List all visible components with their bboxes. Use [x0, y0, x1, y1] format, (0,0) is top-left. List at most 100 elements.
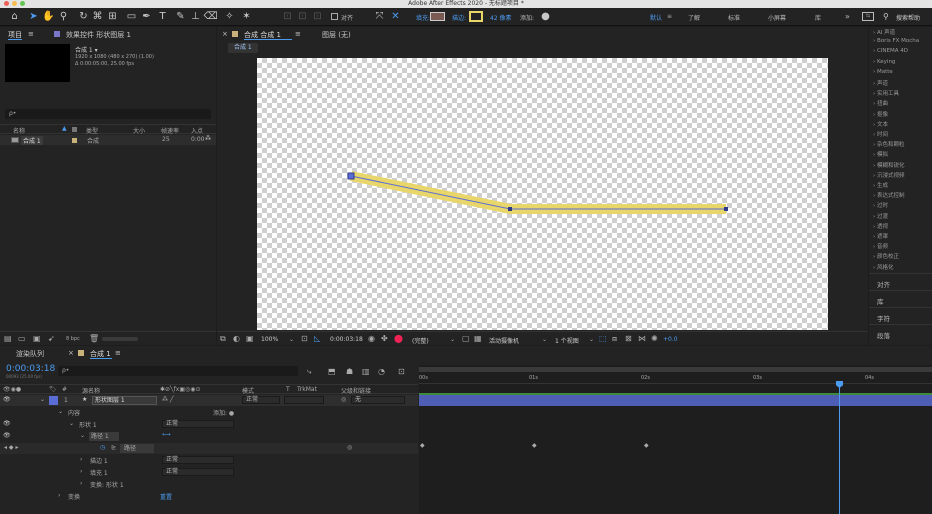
comp-flowchart-icon[interactable]: ⤷: [307, 367, 311, 377]
show-snapshot-icon[interactable]: ✤: [381, 334, 388, 343]
effects-category-item[interactable]: › 生成: [873, 181, 888, 189]
new-composition-icon[interactable]: ▣: [33, 334, 41, 343]
work-area-bar[interactable]: [419, 367, 932, 372]
fill-color-swatch[interactable]: [430, 12, 445, 21]
property-stroke[interactable]: 描边 1: [90, 456, 108, 465]
comp-name[interactable]: 合成 1 ▾: [75, 45, 98, 54]
effects-category-item[interactable]: › 扭曲: [873, 99, 888, 107]
shy-layers-icon[interactable]: ☗: [346, 367, 353, 376]
panel-row[interactable]: 对齐: [869, 273, 932, 289]
rotate-tool-icon[interactable]: ↻: [77, 10, 90, 23]
property-path-1[interactable]: 路径 1: [89, 432, 119, 441]
hand-tool-icon[interactable]: ✋: [42, 10, 55, 23]
property-path[interactable]: 路径: [120, 444, 154, 453]
expand-icon[interactable]: ⌄: [69, 420, 74, 427]
stroke-color-swatch[interactable]: [469, 11, 483, 22]
parent-select[interactable]: 无: [351, 396, 405, 404]
effects-category-item[interactable]: › 模糊和锐化: [873, 161, 904, 169]
color-channels-icon[interactable]: ⬤: [394, 334, 403, 343]
blend-mode-select[interactable]: 正常: [242, 396, 280, 404]
sync-icon[interactable]: ⇆: [862, 12, 874, 21]
effects-category-item[interactable]: › CINEMA 4D: [873, 48, 908, 54]
av-features-icon[interactable]: 👁◉●: [3, 386, 21, 393]
effects-category-item[interactable]: › 模拟: [873, 150, 888, 158]
property-shape[interactable]: 形状 1: [79, 420, 97, 429]
new-folder-icon[interactable]: ▭: [18, 334, 26, 343]
clone-stamp-tool-icon[interactable]: ⊥: [189, 10, 202, 23]
reset-link[interactable]: 重置: [160, 492, 172, 501]
property-row[interactable]: 👁 ⌄ 形状 1 正常: [0, 419, 418, 430]
add-property-button[interactable]: 添加: ●: [213, 408, 234, 417]
property-row[interactable]: 👁 ⌄ 路径 1 ⟷: [0, 431, 418, 442]
layer-label-color[interactable]: [49, 396, 58, 405]
col-mode[interactable]: 模式: [242, 386, 254, 395]
effects-category-item[interactable]: › 沉浸式视频: [873, 171, 904, 179]
property-contents[interactable]: 内容: [68, 408, 80, 417]
rectangle-tool-icon[interactable]: ▭: [125, 10, 138, 23]
puppet-tool-icon[interactable]: ✶: [240, 10, 253, 23]
property-transform[interactable]: 变换: [68, 492, 80, 501]
effects-category-item[interactable]: › 遮罩: [873, 232, 888, 240]
graph-icon[interactable]: ⊵: [111, 444, 116, 451]
views-select[interactable]: 1 个视图: [555, 336, 579, 345]
effects-category-item[interactable]: › 过渡: [873, 212, 888, 220]
search-icon[interactable]: ⚲: [883, 12, 889, 21]
col-name[interactable]: 名称: [13, 126, 25, 135]
expand-icon[interactable]: ⌄: [58, 408, 63, 415]
current-time[interactable]: 0:00:03:18: [330, 336, 363, 343]
col-type[interactable]: 类型: [86, 126, 98, 135]
flow-icon[interactable]: ⁂: [205, 135, 211, 142]
col-source-name[interactable]: 源名称: [82, 386, 100, 395]
pen-tool-icon[interactable]: ✒: [140, 10, 153, 23]
property-row[interactable]: › 描边 1 正常: [0, 455, 418, 466]
shape-layer-path[interactable]: [257, 58, 828, 330]
tab-render-queue[interactable]: 渲染队列: [16, 349, 44, 359]
brush-tool-icon[interactable]: ✎: [174, 10, 187, 23]
transparency-grid-icon[interactable]: ▦: [474, 334, 482, 343]
mask-visibility-icon[interactable]: ◺: [314, 334, 320, 343]
keyframe-icon[interactable]: ◆: [420, 442, 425, 449]
project-item-name[interactable]: 合成 1: [21, 136, 43, 145]
col-fps[interactable]: 帧速率: [161, 126, 179, 135]
effects-category-item[interactable]: › 文本: [873, 120, 888, 128]
exposure-value[interactable]: +0.0: [663, 336, 678, 343]
sort-icon[interactable]: ▲: [62, 125, 67, 132]
switches-icon[interactable]: ✱⊘╲fx▣◎◉⊙: [160, 386, 201, 393]
effects-category-item[interactable]: › 实用工具: [873, 89, 899, 97]
expand-icon[interactable]: ⌄: [40, 396, 45, 403]
panel-row[interactable]: 字符: [869, 307, 932, 323]
visibility-eye-icon[interactable]: 👁: [3, 432, 11, 439]
add-circle-icon[interactable]: ●: [539, 10, 552, 23]
layer-row[interactable]: 👁 ⌄ 1 ★ 形状图层 1 ⁂ ╱ 正常 ◎ 无: [0, 395, 418, 406]
playhead-icon[interactable]: [836, 381, 843, 388]
effects-category-item[interactable]: › 杂色和颗粒: [873, 140, 904, 148]
keyframe-icon[interactable]: ◆: [532, 442, 537, 449]
effects-category-item[interactable]: › 表达式控制: [873, 191, 904, 199]
search-help-input[interactable]: 搜索帮助: [896, 13, 920, 22]
more-workspaces-icon[interactable]: »: [845, 12, 850, 21]
region-of-interest-icon[interactable]: ▢: [462, 334, 470, 343]
expression-pickwhip-icon[interactable]: ◎: [347, 444, 352, 451]
keyframe-nav-icon[interactable]: ◂ ◆ ▸: [4, 444, 18, 451]
time-ruler[interactable]: 00s 01s 02s 03s 04s: [419, 374, 932, 384]
project-row[interactable]: 合成 1 合成 25 0:00 ⁂: [0, 135, 216, 145]
label-color-icon[interactable]: [72, 138, 77, 143]
panel-row[interactable]: 库: [869, 290, 932, 306]
render-icon[interactable]: ➹: [48, 334, 55, 343]
col-in[interactable]: 入点: [191, 126, 203, 135]
chevron-down-icon[interactable]: ⌄: [289, 336, 294, 343]
timeline-timecode[interactable]: 0:00:03:18: [6, 364, 55, 374]
pickwhip-icon[interactable]: ◎: [341, 396, 346, 403]
col-size[interactable]: 大小: [133, 126, 145, 135]
workspace-small-screen[interactable]: 小屏幕: [768, 13, 786, 22]
path-direction-icon[interactable]: ⟷: [162, 431, 171, 438]
toggle-pixel-aspect-icon[interactable]: ⬚: [599, 334, 607, 343]
col-parent[interactable]: 父级和链接: [341, 386, 371, 395]
panel-row[interactable]: 段落: [869, 324, 932, 340]
workspace-menu-icon[interactable]: ≡: [667, 13, 672, 20]
always-preview-icon[interactable]: ⧉: [220, 334, 226, 344]
visibility-eye-icon[interactable]: 👁: [3, 420, 11, 427]
workspace-library[interactable]: 库: [815, 13, 821, 22]
exposure-icon[interactable]: ✺: [651, 334, 658, 343]
zoom-select[interactable]: 100%: [261, 336, 278, 343]
